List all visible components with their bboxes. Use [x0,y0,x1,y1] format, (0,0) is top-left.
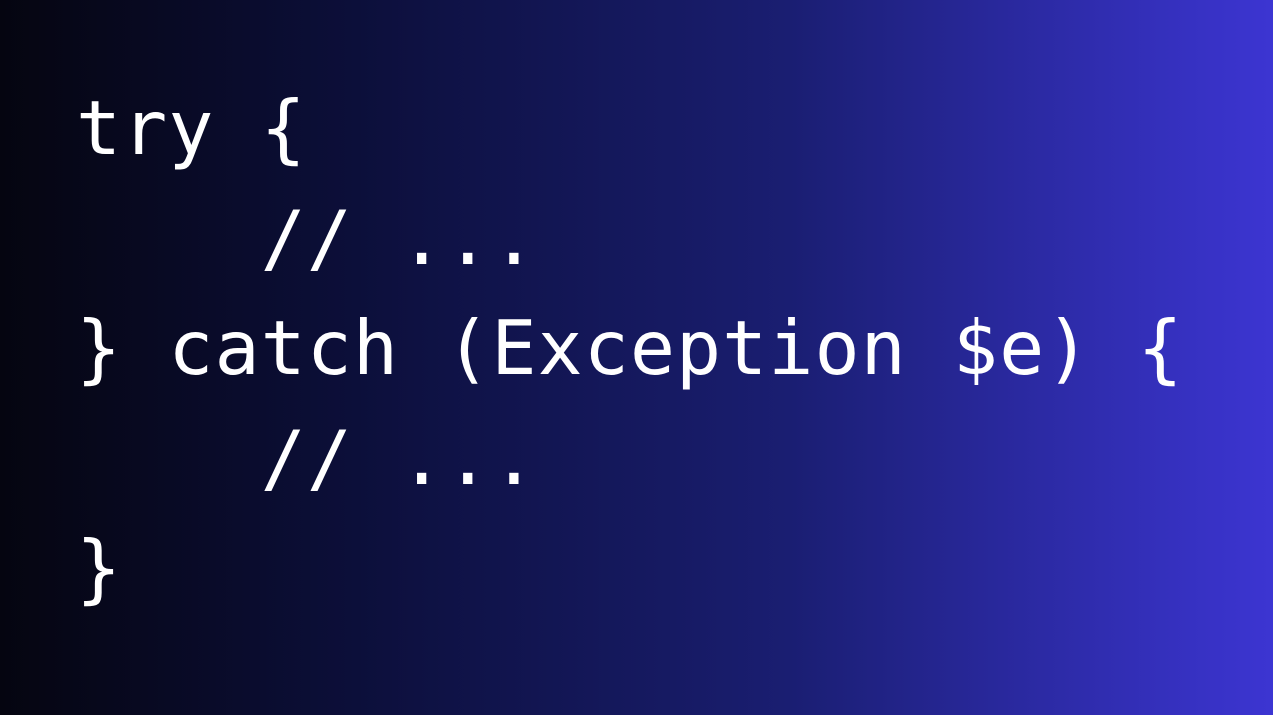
code-snippet: try { // ... } catch (Exception $e) { //… [76,73,1256,673]
code-line-catch: } catch (Exception $e) { [76,304,1184,392]
code-line-catch-comment: // ... [76,414,538,502]
code-line-try-comment: // ... [76,194,538,282]
code-line-try: try { [76,84,307,172]
code-line-closing-brace: } [76,524,123,612]
